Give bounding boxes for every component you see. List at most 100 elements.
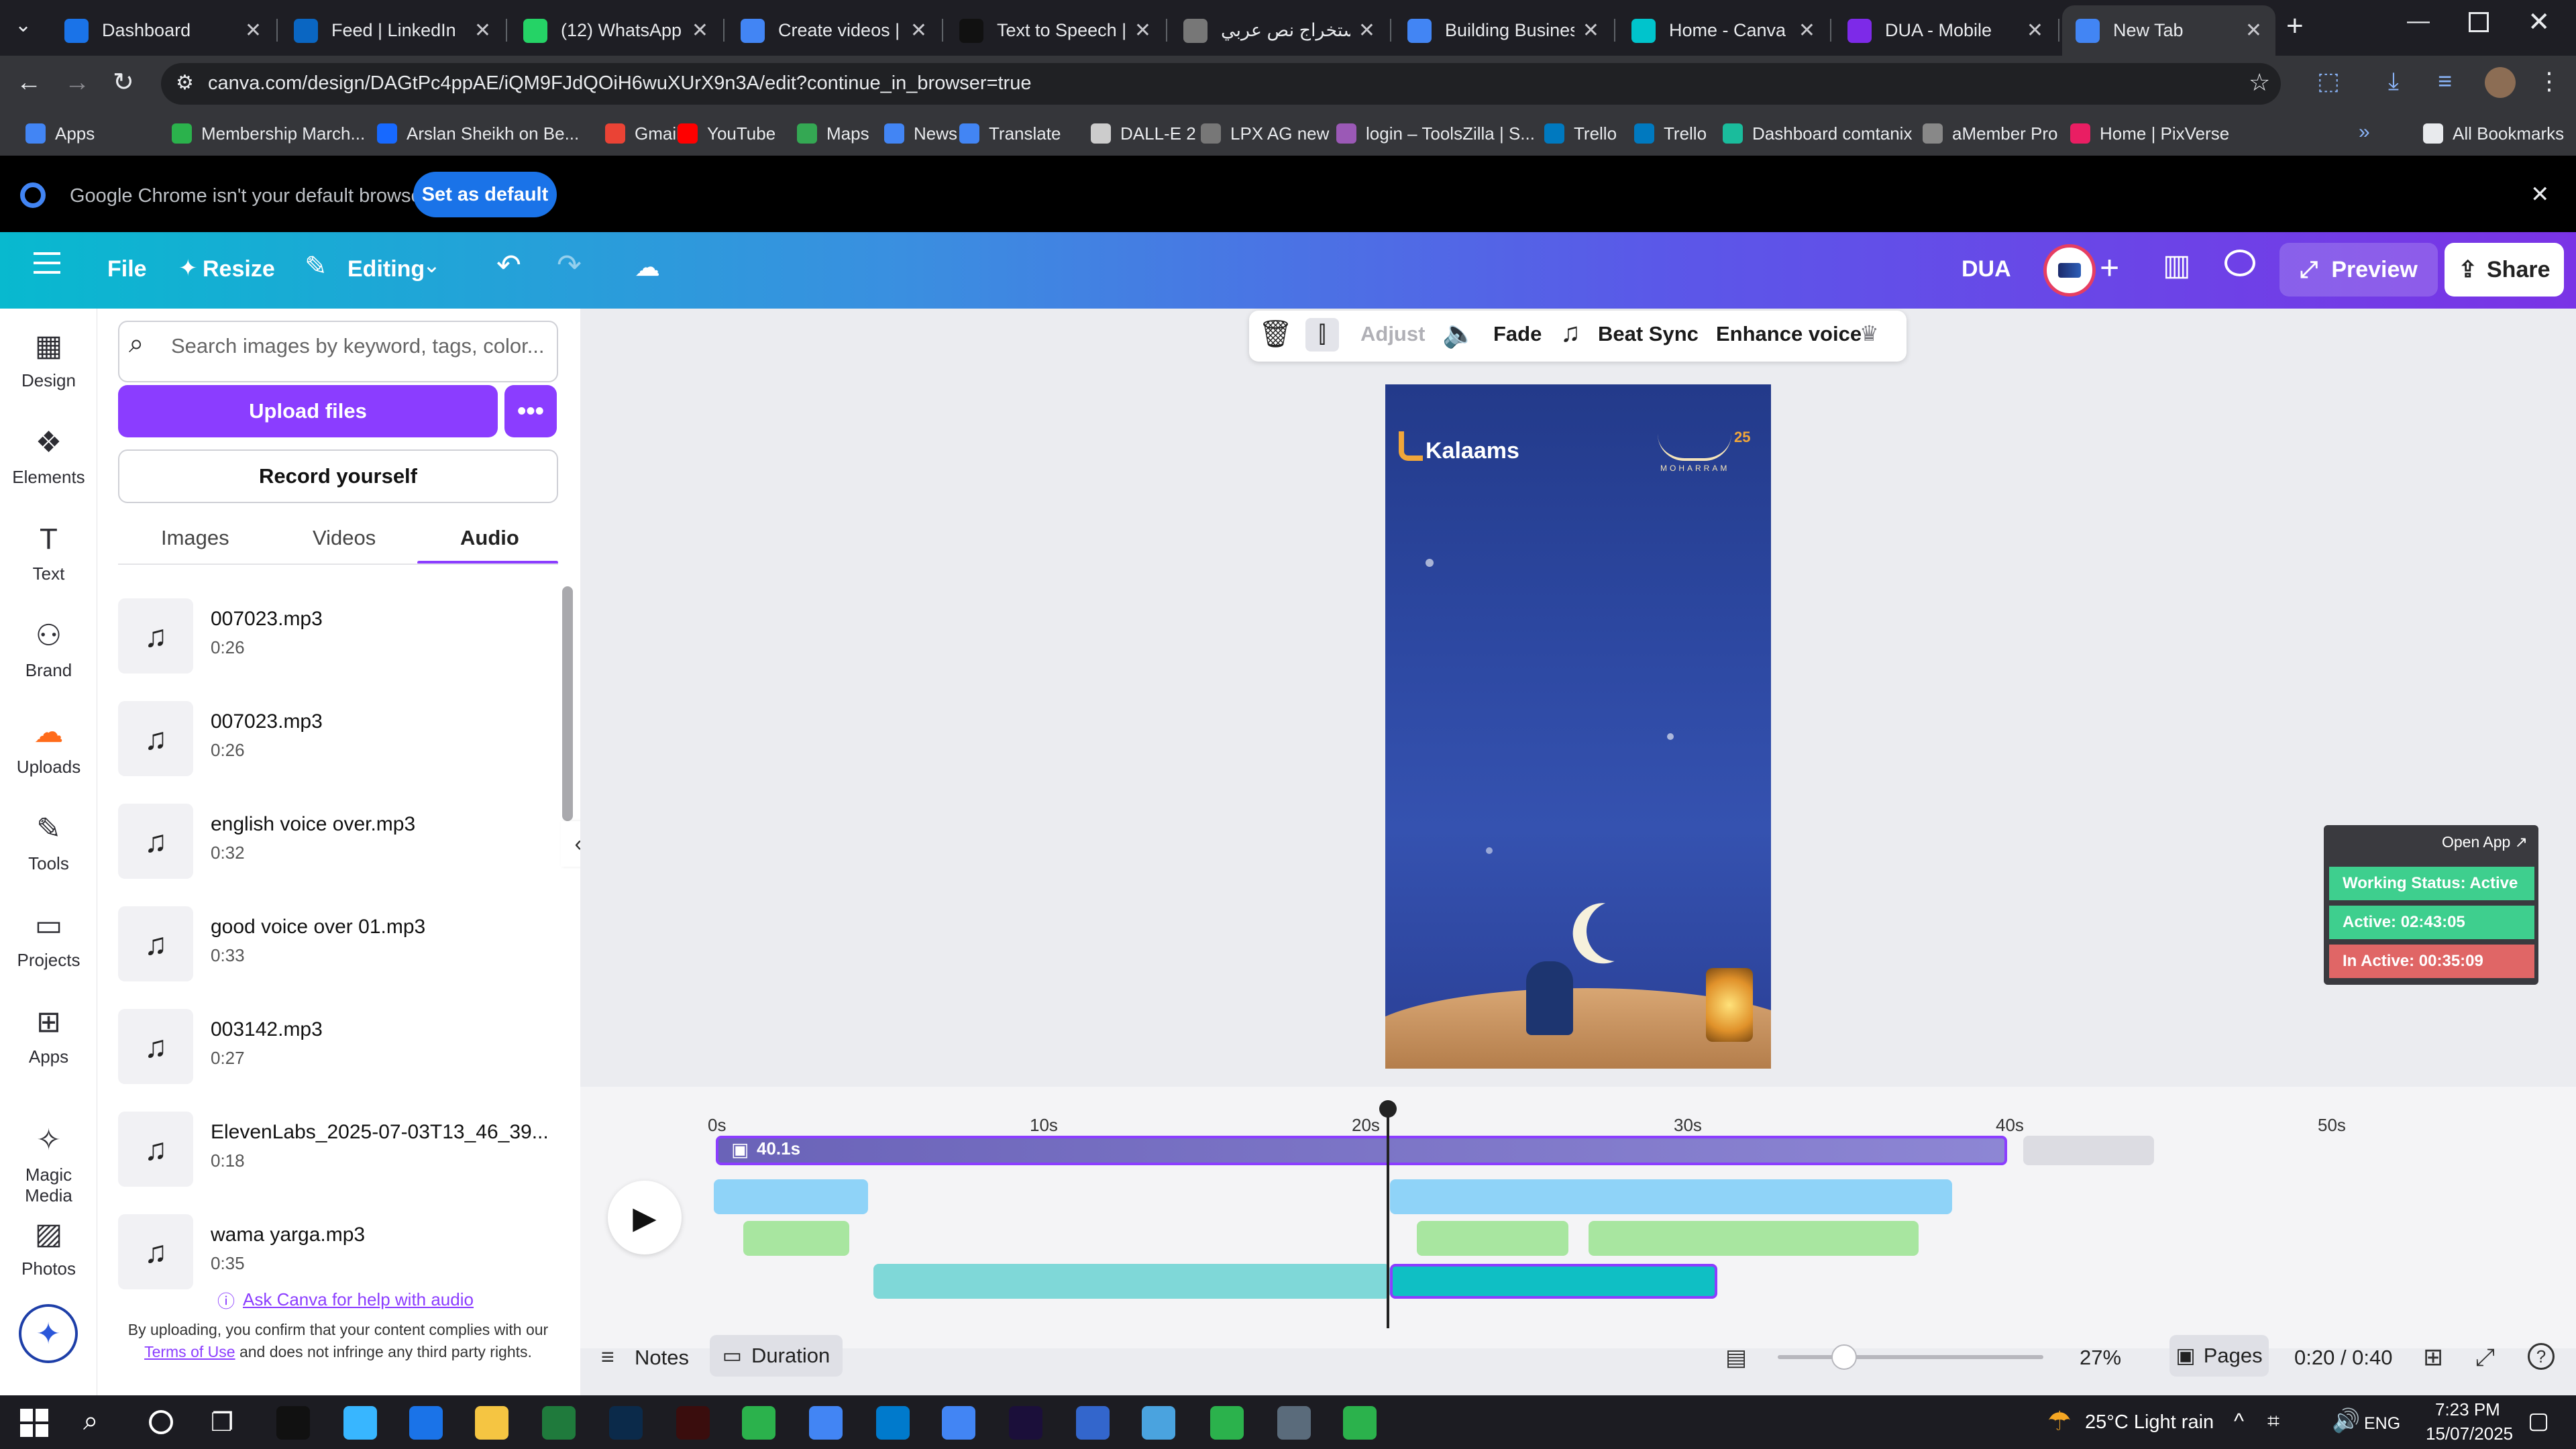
file-menu[interactable]: File (107, 256, 147, 282)
bookmark-item[interactable]: Arslan Sheikh on Be... (377, 119, 579, 148)
windows-start-icon[interactable] (20, 1409, 48, 1437)
avatar[interactable] (2043, 244, 2096, 297)
bookmark-item[interactable]: Maps (797, 119, 869, 148)
more-options-button[interactable]: ••• (504, 385, 557, 437)
audio-list-item[interactable]: ♫ 003142.mp3 0:27 (118, 1009, 561, 1096)
tab-images[interactable]: Images (161, 526, 229, 550)
site-info-icon[interactable]: ⚙ (176, 71, 194, 95)
browser-tab[interactable]: Feed | LinkedIn ✕ (280, 5, 504, 56)
preview-button[interactable]: ⤢ Preview (2279, 243, 2438, 297)
bookmark-item[interactable]: LPX AG new (1201, 119, 1329, 148)
pages-button[interactable]: ▣ Pages (2169, 1335, 2269, 1377)
playhead-handle[interactable] (1379, 1100, 1397, 1118)
tab-close-icon[interactable]: ✕ (1134, 19, 1151, 42)
url-text[interactable]: canva.com/design/DAGtPc4ppAE/iQM9FJdQOiH… (208, 72, 1031, 95)
download-icon[interactable]: ⤓ (2388, 67, 2399, 96)
cortana-icon[interactable] (149, 1410, 173, 1434)
page-view-icon[interactable]: ▤ (1725, 1344, 1747, 1371)
analytics-icon[interactable]: ▥ (2163, 248, 2191, 282)
rail-item-tools[interactable]: ✎ Tools (0, 812, 97, 874)
browser-tab[interactable]: Building Business ✕ (1394, 5, 1613, 56)
language-indicator[interactable]: ENG (2364, 1414, 2400, 1434)
infobar-close-icon[interactable]: ✕ (2530, 181, 2550, 208)
network-icon[interactable]: ⌗ (2267, 1409, 2279, 1434)
play-button[interactable]: ▶ (608, 1181, 682, 1254)
editing-dropdown[interactable]: Editing (347, 256, 425, 282)
tab-close-icon[interactable]: ✕ (1582, 19, 1599, 42)
help-link[interactable]: Ask Canva for help with audio (243, 1289, 474, 1310)
bookmark-item[interactable]: News (884, 119, 957, 148)
forward-icon[interactable]: → (64, 68, 90, 97)
duration-button[interactable]: ▭ Duration (710, 1335, 843, 1377)
taskbar-app-icon[interactable] (1142, 1406, 1175, 1440)
design-page[interactable]: Kalaams 25 MOHARRAM (1385, 384, 1771, 1069)
magic-assistant-button[interactable]: ✦ (19, 1304, 78, 1363)
rail-item-photos[interactable]: ▨ Photos (0, 1217, 97, 1279)
tab-close-icon[interactable]: ✕ (474, 19, 491, 42)
add-collaborator-icon[interactable]: + (2100, 248, 2119, 287)
taskbar-app-icon[interactable] (343, 1406, 377, 1440)
bookmark-item[interactable]: Gmail (605, 119, 680, 148)
rail-item-apps[interactable]: ⊞ Apps (0, 1005, 97, 1067)
rail-item-design[interactable]: ▦ Design (0, 329, 97, 391)
audio-track-clip[interactable] (1417, 1221, 1568, 1256)
bookmarks-overflow-icon[interactable]: » (2359, 121, 2370, 144)
notification-icon[interactable]: ▢ (2528, 1407, 2549, 1434)
search-taskbar-icon[interactable]: ⌕ (83, 1406, 98, 1436)
record-yourself-button[interactable]: Record yourself (118, 449, 558, 503)
rail-item-brand[interactable]: ⚇ Brand (0, 619, 97, 681)
audio-list-item[interactable]: ♫ ElevenLabs_2025-07-03T13_46_39... 0:18 (118, 1112, 561, 1199)
undo-icon[interactable]: ↶ (496, 248, 521, 282)
chrome-menu-icon[interactable]: ⋮ (2537, 67, 2561, 95)
audio-list-item[interactable]: ♫ good voice over 01.mp3 0:33 (118, 906, 561, 994)
bookmark-item[interactable]: aMember Pro (1923, 119, 2058, 148)
volume-tray-icon[interactable]: 🔊 (2332, 1407, 2360, 1434)
set-as-default-button[interactable]: Set as default (413, 172, 557, 217)
bookmark-item[interactable]: All Bookmarks (2423, 119, 2564, 148)
audio-list-item[interactable]: ♫ wama yarga.mp3 0:35 (118, 1214, 561, 1301)
audio-track-clip-selected[interactable] (1390, 1264, 1717, 1299)
tab-videos[interactable]: Videos (313, 526, 376, 550)
audio-track-clip[interactable] (1589, 1221, 1919, 1256)
taskbar-app-icon[interactable] (1009, 1406, 1042, 1440)
graphic-track-clip[interactable] (1390, 1179, 1952, 1214)
comment-icon[interactable] (2224, 250, 2255, 276)
rail-item-uploads[interactable]: ☁ Uploads (0, 715, 97, 777)
browser-tab[interactable]: Home - Canva ✕ (1618, 5, 1829, 56)
taskbar-app-icon[interactable] (676, 1406, 710, 1440)
panel-scrollbar[interactable] (562, 586, 573, 821)
taskbar-app-icon[interactable] (409, 1406, 443, 1440)
reading-list-icon[interactable]: ≡ (2438, 67, 2452, 95)
clock-date[interactable]: 15/07/2025 (2426, 1424, 2513, 1444)
bookmark-item[interactable]: Translate (959, 119, 1061, 148)
rail-item-text[interactable]: T Text (0, 522, 97, 584)
tab-close-icon[interactable]: ✕ (2027, 19, 2043, 42)
browser-tab[interactable]: (12) WhatsApp ✕ (510, 5, 722, 56)
chevron-down-icon[interactable]: ⌄ (423, 252, 441, 278)
adjust-button[interactable]: Adjust (1360, 322, 1425, 346)
volume-icon[interactable]: 🔈 (1442, 318, 1476, 350)
audio-list-item[interactable]: ♫ english voice over.mp3 0:32 (118, 804, 561, 891)
bookmark-item[interactable]: Home | PixVerse (2070, 119, 2229, 148)
zoom-slider[interactable] (1778, 1355, 2043, 1359)
split-icon[interactable]: ⫿ (1305, 318, 1339, 352)
back-icon[interactable]: ← (16, 68, 42, 97)
grid-view-icon[interactable]: ⊞ (2423, 1343, 2443, 1371)
notes-button[interactable]: Notes (635, 1346, 689, 1370)
beat-sync-button[interactable]: Beat Sync (1598, 322, 1699, 346)
fade-button[interactable]: Fade (1493, 322, 1542, 346)
cloud-save-icon[interactable]: ☁ (635, 252, 660, 282)
bookmark-item[interactable]: Dashboard comtanix (1723, 119, 1912, 148)
share-button[interactable]: ⇪ Share (2445, 243, 2564, 297)
playhead[interactable] (1387, 1106, 1389, 1328)
bookmark-item[interactable]: Trello (1634, 119, 1707, 148)
taskbar-app-icon[interactable] (1343, 1406, 1377, 1440)
bookmark-item[interactable]: Membership March... (172, 119, 365, 148)
bookmark-item[interactable]: YouTube (678, 119, 775, 148)
tab-search-icon[interactable]: ⌄ (15, 13, 32, 37)
taskbar-app-icon[interactable] (809, 1406, 843, 1440)
help-question-icon[interactable]: ? (2528, 1343, 2555, 1370)
rail-item-magic-media[interactable]: ✧ Magic Media (0, 1123, 97, 1206)
weather-text[interactable]: 25°C Light rain (2085, 1411, 2214, 1434)
taskbar-app-icon[interactable] (276, 1406, 310, 1440)
